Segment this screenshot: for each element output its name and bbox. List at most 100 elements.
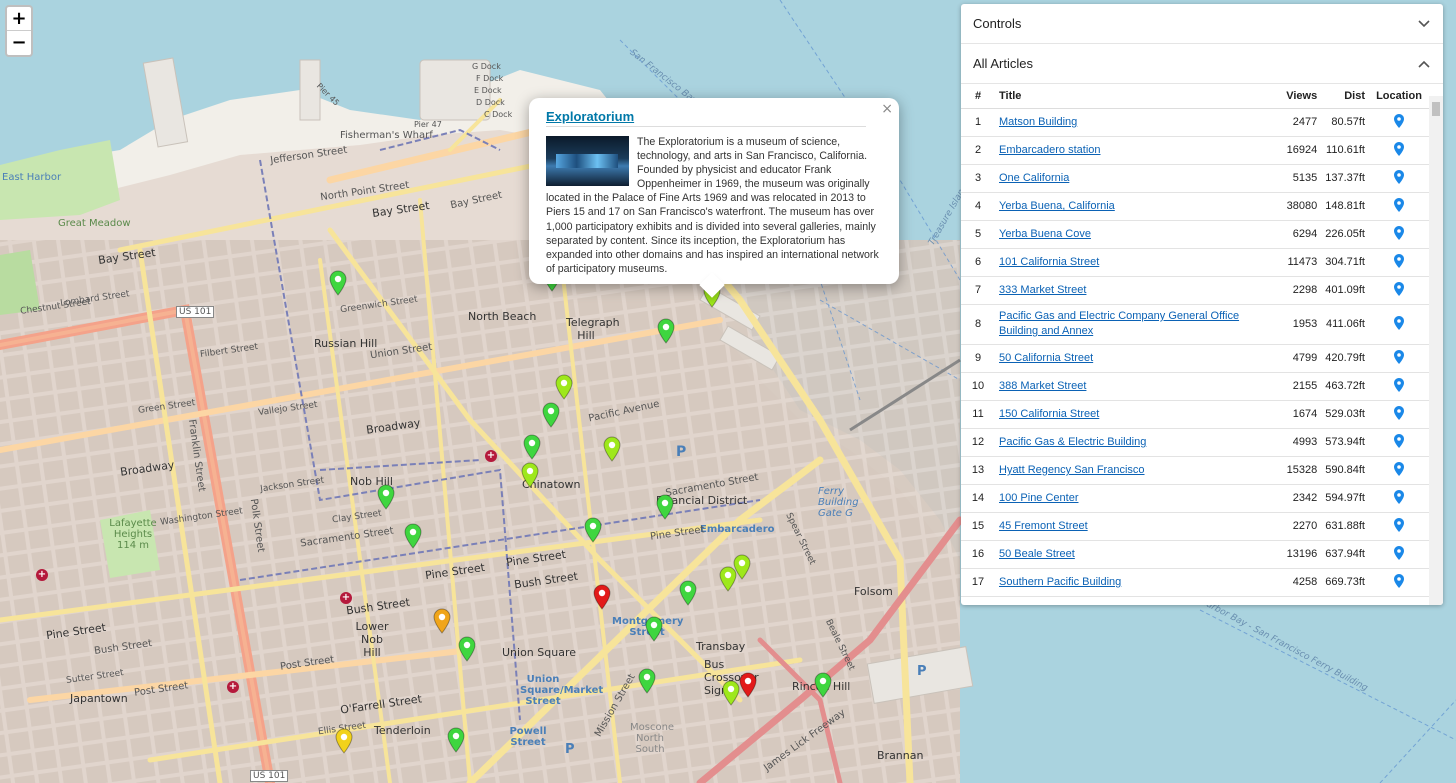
location-pin-icon[interactable] xyxy=(1394,461,1404,476)
map-marker-yellow[interactable] xyxy=(335,728,353,754)
column-header-location[interactable]: Location xyxy=(1369,84,1429,109)
map-marker-lime[interactable] xyxy=(555,374,573,400)
row-views: 5135 xyxy=(1282,164,1322,193)
controls-header[interactable]: Controls xyxy=(961,4,1443,44)
popup-title-link[interactable]: Exploratorium xyxy=(546,109,866,127)
table-scrollbar[interactable] xyxy=(1429,96,1443,605)
location-pin-icon[interactable] xyxy=(1394,545,1404,560)
map-marker-orange[interactable] xyxy=(433,608,451,634)
article-title-link[interactable]: 101 California Street xyxy=(999,256,1099,268)
map-marker-green[interactable] xyxy=(814,672,832,698)
article-title-link[interactable]: One California xyxy=(999,172,1069,184)
location-pin-icon[interactable] xyxy=(1394,517,1404,532)
map-marker-green[interactable] xyxy=(584,517,602,543)
row-title-cell: 150 California Street xyxy=(995,400,1283,429)
zoom-in-button[interactable]: + xyxy=(7,7,31,31)
map-marker-green[interactable] xyxy=(523,434,541,460)
row-dist: 411.06ft xyxy=(1321,304,1369,345)
chevron-up-icon[interactable] xyxy=(1417,57,1431,71)
map-marker-green[interactable] xyxy=(458,636,476,662)
article-title-link[interactable]: Pacific Gas & Electric Building xyxy=(999,436,1146,448)
chevron-down-icon[interactable] xyxy=(1417,17,1431,31)
row-location-cell xyxy=(1369,540,1429,569)
row-location-cell xyxy=(1369,108,1429,137)
location-pin-icon[interactable] xyxy=(1394,377,1404,392)
column-header-views[interactable]: Views xyxy=(1282,84,1322,109)
controls-label: Controls xyxy=(973,16,1022,31)
map-marker-green[interactable] xyxy=(638,668,656,694)
row-number: 12 xyxy=(961,428,995,457)
hospital-icon: + xyxy=(36,569,48,581)
article-title-link[interactable]: Hyatt Regency San Francisco xyxy=(999,464,1145,476)
location-pin-icon[interactable] xyxy=(1394,169,1404,184)
location-pin-icon[interactable] xyxy=(1394,141,1404,156)
row-views: 1953 xyxy=(1282,304,1322,345)
article-title-link[interactable]: 100 Pine Center xyxy=(999,492,1079,504)
location-pin-icon[interactable] xyxy=(1394,225,1404,240)
article-title-link[interactable]: 150 California Street xyxy=(999,408,1099,420)
map-marker-green[interactable] xyxy=(645,616,663,642)
table-header-row: # Title Views Dist Location xyxy=(961,84,1429,109)
article-title-link[interactable]: 388 Market Street xyxy=(999,380,1086,392)
map-marker-lime[interactable] xyxy=(719,566,737,592)
location-pin-icon[interactable] xyxy=(1394,315,1404,330)
article-title-link[interactable]: Yerba Buena, California xyxy=(999,200,1115,212)
map-marker-red[interactable] xyxy=(593,584,611,610)
articles-header[interactable]: All Articles xyxy=(961,44,1443,84)
zoom-out-button[interactable]: − xyxy=(7,31,31,55)
article-title-link[interactable]: 50 Beale Street xyxy=(999,548,1075,560)
location-pin-icon[interactable] xyxy=(1394,489,1404,504)
table-row: 6 101 California Street 11473 304.71ft xyxy=(961,248,1429,277)
map-marker-green[interactable] xyxy=(542,402,560,428)
location-pin-icon[interactable] xyxy=(1394,197,1404,212)
row-location-cell xyxy=(1369,372,1429,401)
map-marker-red[interactable] xyxy=(739,672,757,698)
article-title-link[interactable]: Embarcadero station xyxy=(999,144,1101,156)
article-title-link[interactable]: Southern Pacific Building xyxy=(999,576,1121,588)
row-location-cell xyxy=(1369,304,1429,345)
row-title-cell: Pacific Gas & Electric Building xyxy=(995,428,1283,457)
map-marker-green[interactable] xyxy=(404,523,422,549)
row-views: 38080 xyxy=(1282,192,1322,221)
map-marker-green[interactable] xyxy=(377,484,395,510)
row-location-cell xyxy=(1369,568,1429,597)
row-number: 17 xyxy=(961,568,995,597)
row-location-cell xyxy=(1369,136,1429,165)
articles-table-container[interactable]: # Title Views Dist Location 1 Matson Buil… xyxy=(961,84,1443,605)
row-title-cell: 50 California Street xyxy=(995,344,1283,373)
article-title-link[interactable]: Yerba Buena Cove xyxy=(999,228,1091,240)
row-location-cell xyxy=(1369,400,1429,429)
row-number: 6 xyxy=(961,248,995,277)
location-pin-icon[interactable] xyxy=(1394,349,1404,364)
column-header-number[interactable]: # xyxy=(961,84,995,109)
map-marker-lime[interactable] xyxy=(722,680,740,706)
row-number: 9 xyxy=(961,344,995,373)
article-title-link[interactable]: 50 California Street xyxy=(999,352,1093,364)
location-pin-icon[interactable] xyxy=(1394,405,1404,420)
location-pin-icon[interactable] xyxy=(1394,281,1404,296)
map-marker-lime[interactable] xyxy=(521,462,539,488)
location-pin-icon[interactable] xyxy=(1394,433,1404,448)
column-header-title[interactable]: Title xyxy=(995,84,1283,109)
row-number: 10 xyxy=(961,372,995,401)
article-title-link[interactable]: 45 Fremont Street xyxy=(999,520,1088,532)
article-title-link[interactable]: Pacific Gas and Electric Company General… xyxy=(999,310,1239,337)
row-dist: 573.94ft xyxy=(1321,428,1369,457)
article-title-link[interactable]: Matson Building xyxy=(999,116,1077,128)
column-header-dist[interactable]: Dist xyxy=(1321,84,1369,109)
map-marker-green[interactable] xyxy=(657,318,675,344)
row-location-cell xyxy=(1369,192,1429,221)
map-marker-green[interactable] xyxy=(329,270,347,296)
row-title-cell: 333 Market Street xyxy=(995,276,1283,305)
location-pin-icon[interactable] xyxy=(1394,113,1404,128)
scrollbar-thumb[interactable] xyxy=(1432,102,1440,116)
map-marker-green[interactable] xyxy=(447,727,465,753)
row-dist: 137.37ft xyxy=(1321,164,1369,193)
location-pin-icon[interactable] xyxy=(1394,253,1404,268)
location-pin-icon[interactable] xyxy=(1394,573,1404,588)
map-marker-green[interactable] xyxy=(656,494,674,520)
map-marker-lime[interactable] xyxy=(603,436,621,462)
close-icon[interactable]: × xyxy=(881,101,893,117)
article-title-link[interactable]: 333 Market Street xyxy=(999,284,1086,296)
map-marker-green[interactable] xyxy=(679,580,697,606)
